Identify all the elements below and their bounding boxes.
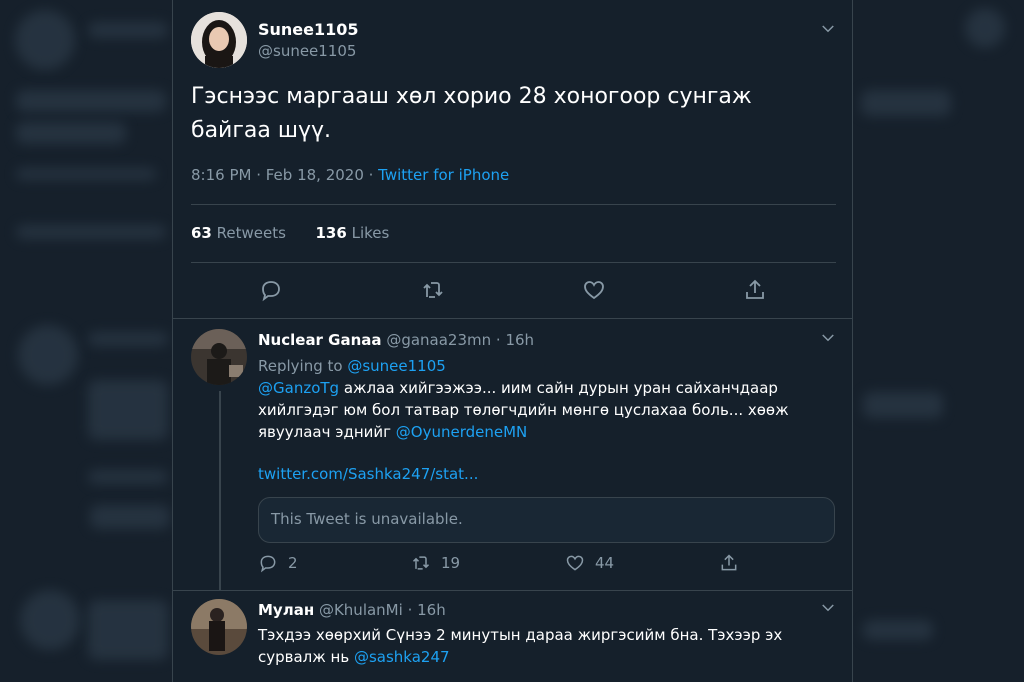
author-display-name[interactable]: Sunee1105	[258, 20, 359, 39]
replying-to-prefix: Replying to	[258, 357, 348, 375]
reply-age[interactable]: 16h	[417, 601, 446, 619]
reply-tweet[interactable]: Мулан @KhulanMi · 16h Тэхдээ хөөрхий Сүн…	[173, 591, 852, 682]
retweet-button[interactable]: 19	[411, 553, 460, 573]
tweet-stats: 63 Retweets 136 Likes	[191, 224, 389, 242]
like-count: 44	[595, 554, 615, 572]
author-avatar[interactable]	[191, 12, 247, 68]
reply-text-body: Тэхдээ хөөрхий Сүнээ 2 минутын дараа жир…	[258, 626, 783, 666]
reply-avatar[interactable]	[191, 329, 247, 385]
reply-handle[interactable]: @ganaa23mn	[386, 331, 491, 349]
reply-text: Тэхдээ хөөрхий Сүнээ 2 минутын дараа жир…	[258, 624, 818, 668]
like-icon[interactable]	[582, 278, 606, 302]
reply-header: Nuclear Ganaa @ganaa23mn · 16h	[258, 331, 534, 349]
likes-stat[interactable]: 136 Likes	[316, 224, 390, 242]
retweet-icon[interactable]	[421, 278, 445, 302]
dot-separator: ·	[402, 601, 418, 619]
tweet-meta: 8:16 PM · Feb 18, 2020 · Twitter for iPh…	[191, 166, 509, 184]
likes-count: 136	[315, 224, 347, 242]
retweet-count: 19	[441, 554, 461, 572]
replying-to: Replying to @sunee1105	[258, 355, 818, 377]
retweet-icon	[411, 553, 431, 573]
reply-actions: 2 19 44	[173, 551, 852, 591]
like-button[interactable]: 44	[565, 553, 614, 573]
retweets-count: 63	[191, 224, 212, 242]
tweet-detail-column: Sunee1105 @sunee1105 Гэснээс маргааш хөл…	[172, 0, 853, 682]
reply-display-name[interactable]: Nuclear Ganaa	[258, 331, 382, 349]
chevron-down-icon[interactable]	[819, 599, 837, 617]
chevron-down-icon[interactable]	[819, 20, 837, 38]
reply-button[interactable]: 2	[258, 553, 298, 573]
tweet-actions	[173, 275, 852, 315]
tweet-source-link[interactable]: Twitter for iPhone	[378, 166, 509, 184]
share-icon[interactable]	[719, 553, 739, 573]
divider	[191, 204, 836, 205]
reply-icon[interactable]	[259, 278, 283, 302]
url-link[interactable]: twitter.com/Sashka247/stat...	[258, 463, 818, 485]
chevron-down-icon[interactable]	[819, 329, 837, 347]
likes-label: Likes	[351, 224, 390, 242]
reply-handle[interactable]: @KhulanMi	[319, 601, 403, 619]
mention-link[interactable]: @OyunerdeneMN	[396, 423, 527, 441]
tweet-timestamp[interactable]: 8:16 PM · Feb 18, 2020 ·	[191, 166, 378, 184]
reply-tweet[interactable]: Nuclear Ganaa @ganaa23mn · 16h Replying …	[173, 319, 852, 591]
divider	[191, 262, 836, 263]
blurred-background-right	[853, 0, 1024, 682]
retweets-stat[interactable]: 63 Retweets	[191, 224, 286, 242]
reply-avatar[interactable]	[191, 599, 247, 655]
reply-text: @GanzoTg ажлаа хийгээжээ... иим сайн дур…	[258, 377, 818, 443]
reply-header: Мулан @KhulanMi · 16h	[258, 601, 446, 619]
like-icon	[565, 553, 585, 573]
mention-link[interactable]: @GanzoTg	[258, 379, 339, 397]
unavailable-quote-card: This Tweet is unavailable.	[258, 497, 835, 543]
dot-separator: ·	[491, 331, 506, 349]
reply-icon	[258, 553, 278, 573]
retweets-label: Retweets	[216, 224, 286, 242]
blurred-background-left	[0, 0, 172, 682]
tweet-text: Гэснээс маргааш хөл хорио 28 хоногоор су…	[191, 84, 752, 143]
reply-count: 2	[288, 554, 298, 572]
author-handle[interactable]: @sunee1105	[258, 42, 356, 60]
mention-link[interactable]: @sashka247	[354, 648, 450, 666]
reply-age[interactable]: 16h	[505, 331, 534, 349]
replying-to-handle[interactable]: @sunee1105	[347, 357, 445, 375]
reply-display-name[interactable]: Мулан	[258, 601, 314, 619]
share-icon[interactable]	[743, 278, 767, 302]
